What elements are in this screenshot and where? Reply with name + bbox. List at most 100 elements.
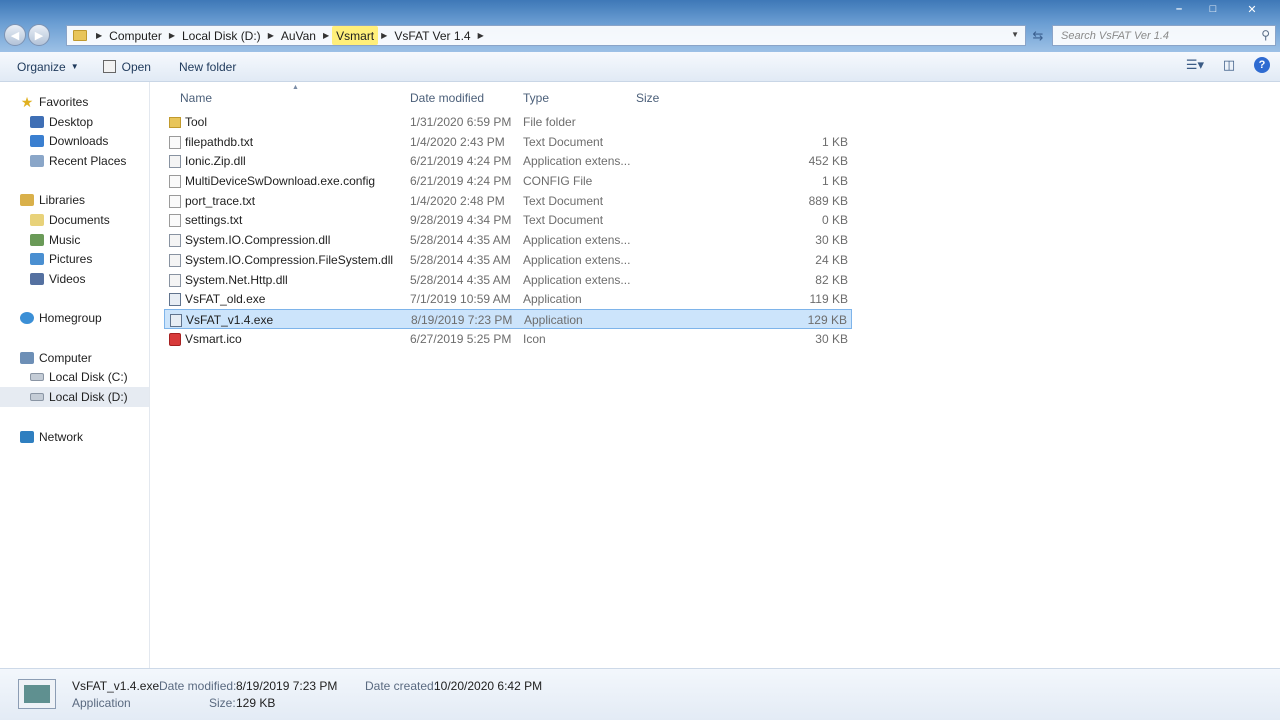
sidebar-item-computer[interactable]: Computer — [0, 348, 149, 368]
maximize-button[interactable]: □ — [1198, 0, 1228, 18]
file-name: port_trace.txt — [185, 193, 256, 208]
sidebar-item-music[interactable]: Music — [0, 230, 149, 250]
sidebar-item-pictures[interactable]: Pictures — [0, 250, 149, 270]
search-input[interactable]: Search VsFAT Ver 1.4 ⚲ — [1052, 25, 1276, 46]
icon-file-icon — [169, 332, 181, 346]
file-size: 452 KB — [808, 154, 848, 169]
new-folder-button[interactable]: New folder — [172, 55, 243, 79]
change-view-icon[interactable]: ☰▾ — [1186, 56, 1204, 74]
file-size: 30 KB — [815, 233, 848, 248]
file-date: 6/21/2019 4:24 PM — [410, 154, 512, 169]
chevron-right-icon[interactable]: ▶ — [378, 31, 390, 40]
file-name: Ionic.Zip.dll — [185, 154, 246, 169]
preview-pane-icon[interactable]: ◫ — [1220, 56, 1238, 74]
back-arrow-icon[interactable]: ◀ — [4, 24, 26, 46]
file-name: Vsmart.ico — [185, 331, 242, 346]
sidebar-label: Favorites — [39, 94, 89, 109]
address-dropdown-icon[interactable]: ▼ — [1011, 30, 1019, 39]
sidebar-item-favorites[interactable]: ★ Favorites — [0, 92, 149, 112]
sort-ascending-icon: ▲ — [292, 84, 299, 91]
sidebar-label: Computer — [39, 350, 92, 365]
file-row[interactable]: MultiDeviceSwDownload.exe.config 6/21/20… — [164, 171, 852, 191]
downloads-icon — [30, 135, 44, 148]
window-controls: – □ ✕ — [1164, 0, 1272, 18]
file-row[interactable]: VsFAT_old.exe 7/1/2019 10:59 AM Applicat… — [164, 289, 852, 309]
text-file-icon — [169, 135, 181, 149]
file-row[interactable]: filepathdb.txt 1/4/2020 2:43 PM Text Doc… — [164, 132, 852, 152]
close-button[interactable]: ✕ — [1232, 0, 1272, 18]
sidebar-item-videos[interactable]: Videos — [0, 269, 149, 289]
file-row[interactable]: settings.txt 9/28/2019 4:34 PM Text Docu… — [164, 210, 852, 230]
chevron-right-icon[interactable]: ▶ — [320, 31, 332, 40]
breadcrumb-local-disk-d[interactable]: Local Disk (D:) — [178, 26, 265, 45]
chevron-right-icon[interactable]: ▶ — [475, 31, 487, 40]
nav-buttons: ◀ ▶ — [4, 24, 50, 46]
file-date: 9/28/2019 4:34 PM — [410, 213, 512, 228]
sidebar-item-homegroup[interactable]: Homegroup — [0, 309, 149, 329]
chevron-right-icon[interactable]: ▶ — [93, 31, 105, 40]
search-placeholder: Search VsFAT Ver 1.4 — [1061, 29, 1170, 42]
column-header-name[interactable]: Name — [180, 91, 212, 105]
organize-button[interactable]: Organize ▼ — [10, 55, 86, 79]
dll-file-icon — [169, 253, 181, 267]
file-date: 5/28/2014 4:35 AM — [410, 252, 511, 267]
recent-places-icon — [30, 154, 44, 167]
dll-file-icon — [169, 155, 181, 169]
sidebar-item-documents[interactable]: Documents — [0, 210, 149, 230]
star-icon: ★ — [20, 93, 34, 110]
file-list: Tool 1/31/2020 6:59 PM File folder filep… — [164, 112, 852, 348]
breadcrumb-vsfat-ver[interactable]: VsFAT Ver 1.4 — [390, 26, 474, 45]
open-button[interactable]: Open — [96, 55, 158, 79]
sidebar-item-libraries[interactable]: Libraries — [0, 190, 149, 210]
column-header-date[interactable]: Date modified — [410, 91, 484, 105]
sidebar-label: Documents — [49, 212, 110, 227]
column-header-type[interactable]: Type — [523, 91, 549, 105]
sidebar-item-network[interactable]: Network — [0, 427, 149, 447]
file-name: MultiDeviceSwDownload.exe.config — [185, 174, 376, 189]
sidebar-item-disk-d[interactable]: Local Disk (D:) — [0, 387, 149, 407]
file-row[interactable]: System.IO.Compression.dll 5/28/2014 4:35… — [164, 230, 852, 250]
sidebar-item-recent-places[interactable]: Recent Places — [0, 151, 149, 171]
folder-icon — [73, 30, 87, 41]
search-icon[interactable]: ⚲ — [1261, 28, 1270, 42]
sidebar-item-disk-c[interactable]: Local Disk (C:) — [0, 368, 149, 388]
documents-icon — [30, 213, 44, 226]
details-size-value: 129 KB — [236, 696, 276, 710]
sidebar-item-downloads[interactable]: Downloads — [0, 131, 149, 151]
forward-arrow-icon[interactable]: ▶ — [28, 24, 50, 46]
dll-file-icon — [169, 273, 181, 287]
minimize-button[interactable]: – — [1164, 0, 1194, 18]
refresh-icon[interactable]: ⇆ — [1028, 25, 1048, 46]
chevron-right-icon[interactable]: ▶ — [265, 31, 277, 40]
sidebar-label: Local Disk (C:) — [49, 370, 128, 385]
file-row-selected[interactable]: VsFAT_v1.4.exe 8/19/2019 7:23 PM Applica… — [164, 308, 852, 329]
music-icon — [30, 233, 44, 246]
file-row[interactable]: Ionic.Zip.dll 6/21/2019 4:24 PM Applicat… — [164, 151, 852, 171]
hard-disk-icon — [30, 373, 44, 382]
file-row[interactable]: Tool 1/31/2020 6:59 PM File folder — [164, 112, 852, 132]
sidebar-item-desktop[interactable]: Desktop — [0, 112, 149, 132]
details-modified-value: 8/19/2019 7:23 PM — [236, 679, 338, 693]
file-row[interactable]: System.IO.Compression.FileSystem.dll 5/2… — [164, 250, 852, 270]
file-name: System.IO.Compression.dll — [185, 233, 331, 248]
file-date: 5/28/2014 4:35 AM — [410, 233, 511, 248]
chevron-right-icon[interactable]: ▶ — [166, 31, 178, 40]
details-kind: Application — [72, 696, 131, 710]
column-header-size[interactable]: Size — [636, 91, 659, 105]
file-row[interactable]: Vsmart.ico 6/27/2019 5:25 PM Icon 30 KB — [164, 329, 852, 349]
file-name: settings.txt — [185, 213, 243, 228]
address-bar[interactable]: ▶ Computer ▶ Local Disk (D:) ▶ AuVan ▶ V… — [66, 25, 1026, 46]
help-icon[interactable]: ? — [1254, 57, 1270, 73]
breadcrumb-auvan[interactable]: AuVan — [277, 26, 320, 45]
file-row[interactable]: System.Net.Http.dll 5/28/2014 4:35 AM Ap… — [164, 270, 852, 290]
file-size: 129 KB — [807, 312, 847, 327]
breadcrumb-vsmart[interactable]: Vsmart — [332, 26, 379, 45]
title-bar: – □ ✕ ◀ ▶ ▶ Computer ▶ Local Disk (D:) ▶… — [0, 0, 1280, 52]
folder-icon — [169, 117, 181, 128]
file-row[interactable]: port_trace.txt 1/4/2020 2:48 PM Text Doc… — [164, 191, 852, 211]
details-size-label: Size: — [209, 696, 236, 710]
breadcrumb-computer[interactable]: Computer — [105, 26, 166, 45]
file-size: 24 KB — [815, 252, 848, 267]
view-controls: ☰▾ ◫ ? — [1186, 56, 1270, 74]
config-file-icon — [169, 175, 181, 189]
